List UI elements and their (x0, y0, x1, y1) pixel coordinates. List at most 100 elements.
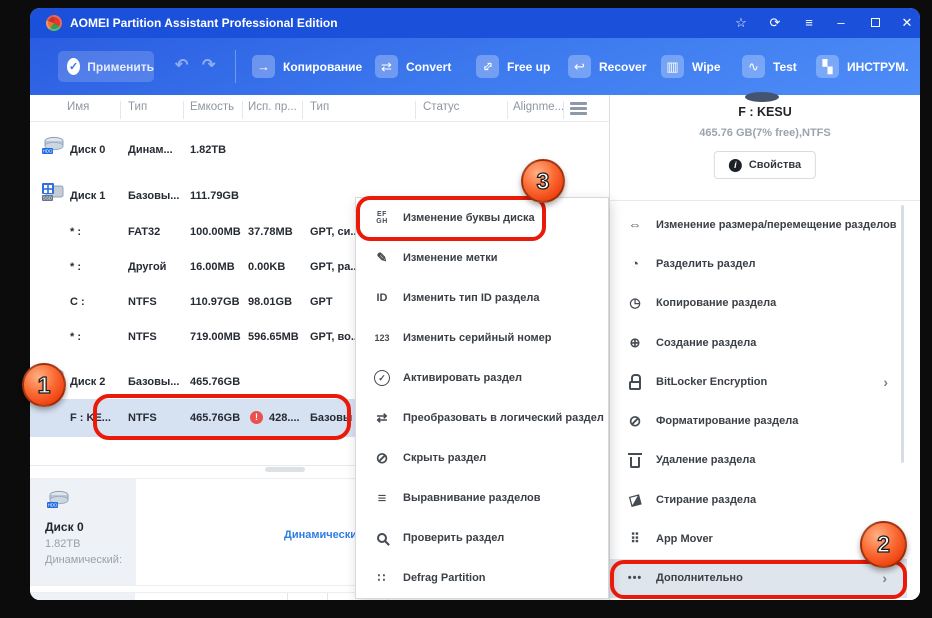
toolbar-button-free-up[interactable]: ⇕ Free up (476, 55, 550, 78)
partition-info: 465.76 GB(7% free),NTFS (610, 127, 920, 139)
sidebar-item-label: Форматирование раздела (656, 415, 798, 427)
sidebar-item-split-partition[interactable]: ◔ Разделить раздел (610, 244, 920, 283)
redo-icon[interactable]: ↷ (202, 55, 215, 75)
toolbar-button-copy[interactable]: → Копирование (252, 55, 362, 78)
column-header-used[interactable]: Исп. пр... (248, 101, 297, 113)
copy-partition-icon: ◷ (623, 295, 647, 311)
apply-button-label: Применить (87, 60, 154, 74)
refresh-icon[interactable]: ⟳ (764, 8, 786, 38)
disk-map-capacity: 1.82TB (45, 538, 136, 550)
toolbar-button-convert[interactable]: ⇄ Convert (375, 55, 451, 78)
id-icon: ID (370, 292, 394, 304)
disk-row[interactable]: Диск 2 (70, 376, 105, 388)
menu-item-label: Активировать раздел (403, 372, 522, 384)
apply-button[interactable]: ✓ Применить (58, 51, 154, 82)
disk-row[interactable]: Диск 1 (70, 190, 105, 202)
cell-capacity: 110.97GB (190, 296, 240, 308)
disk-map-type: Динамический: (45, 554, 136, 566)
callout-step-1: 1 (22, 363, 66, 407)
menu-item-defrag-partition[interactable]: ∷ Defrag Partition (356, 558, 608, 598)
cell-type: Базовы... (128, 376, 179, 388)
sidebar-scrollbar-thumb[interactable] (901, 205, 904, 463)
toolbar-button-label: Test (773, 60, 797, 74)
partition-row[interactable]: * : (70, 226, 81, 238)
toolbar-button-test[interactable]: ∿ Test (742, 55, 797, 78)
column-header-alignment[interactable]: Alignme... (513, 101, 564, 113)
partition-row[interactable]: * : (70, 331, 81, 343)
column-header-capacity[interactable]: Емкость (190, 101, 234, 113)
horizontal-scrollbar-thumb[interactable] (265, 467, 305, 472)
sidebar-item-format-partition[interactable]: ⊘ Форматирование раздела (610, 401, 920, 440)
menu-item-check-partition[interactable]: Проверить раздел (356, 518, 608, 558)
header-separator (302, 101, 303, 119)
disk-map-header[interactable]: HDD Диск 0 1.82TB Динамический: (31, 479, 136, 585)
split-partition-icon: ◔ (623, 256, 647, 271)
menu-item-set-active[interactable]: ✓ Активировать раздел (356, 358, 608, 398)
properties-button[interactable]: i Свойства (714, 151, 816, 179)
cell-border (327, 593, 328, 600)
cell-capacity: 16.00MB (190, 261, 235, 273)
app-logo-icon (46, 15, 62, 31)
cell-used: 37.78MB (248, 226, 293, 238)
toolbar-button-label: Wipe (692, 60, 721, 74)
sidebar-item-create-partition[interactable]: ⊕ Создание раздела (610, 323, 920, 362)
toolbar-button-label: ИНСТРУМ. (847, 60, 909, 74)
menu-item-label: Преобразовать в логический раздел (403, 412, 604, 424)
close-button[interactable]: ✕ (896, 8, 918, 38)
svg-text:HDD: HDD (43, 149, 53, 154)
column-header-status[interactable]: Статус (423, 101, 459, 113)
header-separator (415, 101, 416, 119)
minimize-button[interactable]: – (830, 8, 852, 38)
sidebar-item-wipe-partition[interactable]: ◪ Стирание раздела (610, 480, 920, 519)
cell-type: NTFS (128, 331, 157, 343)
check-icon: ✓ (67, 58, 80, 75)
title-bar: AOMEI Partition Assistant Professional E… (30, 8, 920, 38)
cell-capacity: 719.00MB (190, 331, 241, 343)
cell-type: FAT32 (128, 226, 160, 238)
cell-capacity: 465.76GB (190, 376, 240, 388)
partition-row[interactable]: * : (70, 261, 81, 273)
lock-icon (623, 374, 647, 390)
convert-arrows-icon: ⇄ (370, 410, 394, 426)
partition-row[interactable]: C : (70, 296, 85, 308)
cell-scheme: GPT, си... (310, 226, 360, 238)
toolbar-button-wipe[interactable]: ▥ Wipe (661, 55, 721, 78)
undo-icon[interactable]: ↶ (175, 55, 188, 75)
menu-item-change-serial-number[interactable]: 123 Изменить серийный номер (356, 318, 608, 358)
sidebar-divider (610, 200, 920, 201)
column-header-name[interactable]: Имя (67, 101, 89, 113)
menu-item-label: Выравнивание разделов (403, 492, 541, 504)
maximize-button[interactable] (864, 8, 886, 38)
menu-item-convert-to-logical[interactable]: ⇄ Преобразовать в логический раздел (356, 398, 608, 438)
menu-item-label: Изменить тип ID раздела (403, 292, 540, 304)
column-header-scheme[interactable]: Тип (310, 101, 329, 113)
toolbar-button-tools[interactable]: ▚ ИНСТРУМ. (816, 55, 909, 78)
sidebar-item-resize-move[interactable]: ⇔ Изменение размера/перемещение разделов (610, 205, 920, 244)
info-icon: i (729, 159, 742, 172)
annotation-box-selected-row (93, 394, 351, 440)
menu-item-hide-partition[interactable]: ⊘ Скрыть раздел (356, 438, 608, 478)
screenshot-frame: AOMEI Partition Assistant Professional E… (0, 0, 932, 618)
list-view-icon[interactable] (570, 102, 587, 105)
menu-item-partition-alignment[interactable]: ≡ Выравнивание разделов (356, 478, 608, 518)
menu-item-change-partition-id[interactable]: ID Изменить тип ID раздела (356, 278, 608, 318)
cell-scheme: GPT, во... (310, 331, 360, 343)
column-header-type[interactable]: Тип (128, 101, 147, 113)
toolbar-button-label: Копирование (283, 60, 362, 74)
sidebar-item-copy-partition[interactable]: ◷ Копирование раздела (610, 284, 920, 323)
toolbar-button-recover[interactable]: ↩ Recover (568, 55, 646, 78)
disk-map-name: Диск 0 (45, 520, 136, 534)
menu-item-label: Изменить серийный номер (403, 332, 552, 344)
sidebar-item-delete-partition[interactable]: Удаление раздела (610, 441, 920, 480)
favorite-star-icon[interactable]: ☆ (730, 8, 752, 38)
sidebar-item-bitlocker[interactable]: BitLocker Encryption › (610, 362, 920, 401)
menu-item-label: Изменение метки (403, 252, 497, 264)
wipe-icon: ▥ (661, 55, 684, 78)
hamburger-menu-icon[interactable]: ≡ (798, 8, 820, 38)
main-area: Имя Тип Емкость Исп. пр... Тип Статус Al… (30, 95, 920, 600)
sidebar-item-label: Изменение размера/перемещение разделов (656, 219, 897, 231)
disk-row[interactable]: Диск 0 (70, 144, 105, 156)
cell-scheme: GPT, ра... (310, 261, 360, 273)
menu-item-change-label[interactable]: ✎ Изменение метки (356, 238, 608, 278)
cell-type: Динам... (128, 144, 173, 156)
